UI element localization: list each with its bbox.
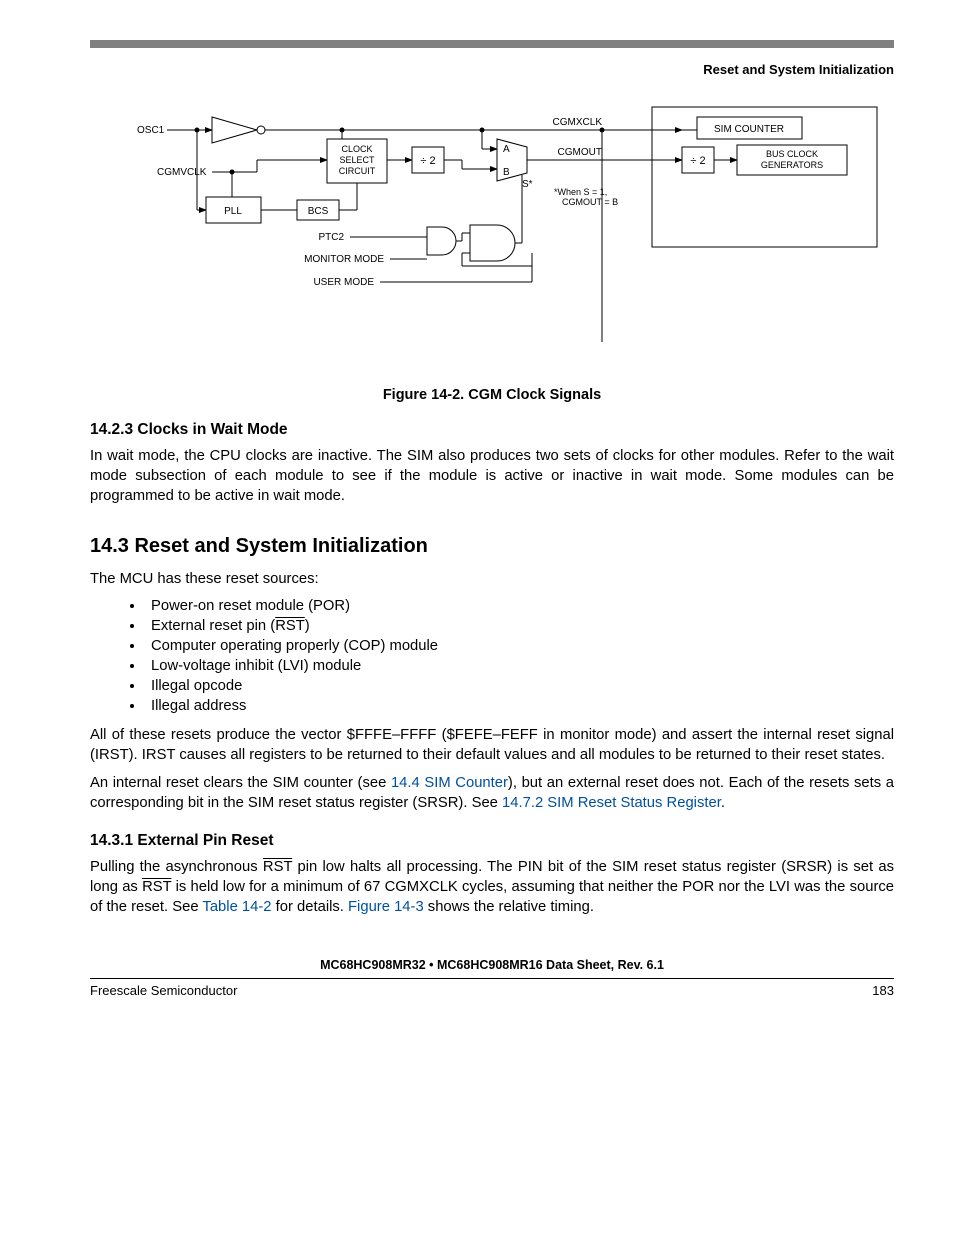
heading-14-2-3: 14.2.3 Clocks in Wait Mode — [90, 421, 894, 439]
list-item: Computer operating properly (COP) module — [145, 638, 894, 654]
link-table-14-2[interactable]: Table 14-2 — [202, 899, 271, 915]
list-item: Illegal address — [145, 698, 894, 714]
label-css-l3: CIRCUIT — [339, 166, 376, 176]
label-note-l2: CGMOUT = B — [562, 197, 618, 207]
para-14-3-intro: The MCU has these reset sources: — [90, 570, 894, 590]
label-bus-l2: GENERATORS — [761, 160, 823, 170]
footer-doc-title: MC68HC908MR32 • MC68HC908MR16 Data Sheet… — [90, 958, 894, 972]
label-ptc2: PTC2 — [318, 232, 344, 243]
running-header: Reset and System Initialization — [90, 62, 894, 77]
label-osc1: OSC1 — [137, 125, 165, 136]
para-14-3-1: Pulling the asynchronous RST pin low hal… — [90, 858, 894, 918]
label-css-l2: SELECT — [339, 155, 375, 165]
rst-overline: RST — [142, 879, 171, 895]
reset-sources-list: Power-on reset module (POR) External res… — [90, 598, 894, 714]
list-item: Illegal opcode — [145, 678, 894, 694]
label-sim-counter: SIM COUNTER — [714, 124, 784, 135]
heading-14-3: 14.3 Reset and System Initialization — [90, 535, 894, 558]
label-cgmxclk: CGMXCLK — [553, 117, 603, 128]
block-diagram: OSC1 CGMVCLK PL — [90, 97, 894, 362]
label-pll: PLL — [224, 206, 242, 217]
label-div2-a: ÷ 2 — [420, 155, 435, 167]
figure-caption: Figure 14-2. CGM Clock Signals — [90, 387, 894, 403]
header-bar — [90, 40, 894, 48]
link-sim-reset-status[interactable]: 14.7.2 SIM Reset Status Register — [502, 795, 721, 811]
label-cgmout: CGMOUT — [558, 147, 602, 158]
link-sim-counter[interactable]: 14.4 SIM Counter — [391, 775, 508, 791]
link-figure-14-3[interactable]: Figure 14-3 — [348, 899, 424, 915]
rst-overline: RST — [263, 859, 292, 875]
heading-14-3-1: 14.3.1 External Pin Reset — [90, 832, 894, 850]
para-14-3-2: All of these resets produce the vector $… — [90, 726, 894, 766]
list-item: External reset pin (RST) — [145, 618, 894, 634]
label-bus-l1: BUS CLOCK — [766, 149, 818, 159]
footer-page-number: 183 — [872, 983, 894, 998]
footer-rule — [90, 978, 894, 979]
label-monitor: MONITOR MODE — [304, 254, 384, 265]
list-item: Low-voltage inhibit (LVI) module — [145, 658, 894, 674]
label-div2-b: ÷ 2 — [690, 155, 705, 167]
label-sstar: S* — [522, 179, 533, 190]
label-bcs: BCS — [308, 206, 329, 217]
para-14-3-3: An internal reset clears the SIM counter… — [90, 774, 894, 814]
label-note-l1: *When S = 1, — [554, 187, 607, 197]
label-css-l1: CLOCK — [341, 144, 372, 154]
label-mux-a: A — [503, 144, 510, 155]
label-cgmvclk: CGMVCLK — [157, 167, 207, 178]
footer-company: Freescale Semiconductor — [90, 983, 237, 998]
list-item: Power-on reset module (POR) — [145, 598, 894, 614]
rst-overline: RST — [275, 618, 305, 634]
label-user: USER MODE — [313, 277, 374, 288]
label-mux-b: B — [503, 167, 510, 178]
para-14-2-3: In wait mode, the CPU clocks are inactiv… — [90, 447, 894, 507]
